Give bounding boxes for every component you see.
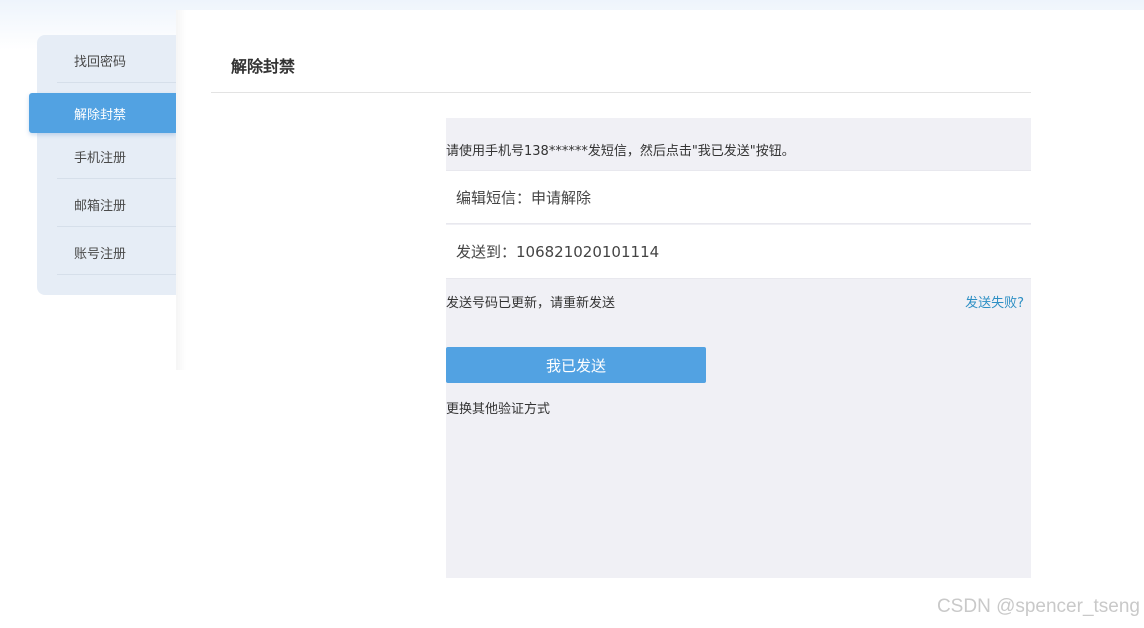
page: 找回密码 解除封禁 手机注册 邮箱注册 账号注册 解除封禁 请使用手机号138*… [0,0,1144,628]
sidebar: 找回密码 解除封禁 手机注册 邮箱注册 账号注册 [29,35,176,295]
divider [57,226,176,227]
sidebar-item-label: 找回密码 [74,54,127,70]
sms-content-row: 编辑短信：申请解除 [446,170,1031,224]
sidebar-item-recover-password[interactable]: 找回密码 [37,37,176,83]
send-to-row: 发送到：106821020101114 [446,225,1031,279]
sms-content-text: 编辑短信：申请解除 [456,188,592,207]
number-updated-message: 发送号码已更新，请重新发送 [446,296,616,311]
instruction-text: 请使用手机号138******发短信，然后点击"我已发送"按钮。 [446,144,795,159]
other-verification-link[interactable]: 更换其他验证方式 [446,398,550,417]
sidebar-item-phone-register[interactable]: 手机注册 [37,133,176,179]
divider [57,82,176,83]
send-failed-link[interactable]: 发送失败? [965,292,1024,311]
sent-button[interactable]: 我已发送 [446,347,706,383]
title-divider [211,92,1031,93]
sms-verification-panel: 请使用手机号138******发短信，然后点击"我已发送"按钮。 编辑短信：申请… [446,118,1031,578]
sidebar-item-label: 账号注册 [74,246,127,262]
sidebar-item-email-register[interactable]: 邮箱注册 [37,181,176,227]
divider [57,274,176,275]
sidebar-item-label: 手机注册 [74,150,127,166]
sidebar-item-account-register[interactable]: 账号注册 [37,229,176,275]
sidebar-item-unban[interactable]: 解除封禁 [29,93,176,133]
send-to-text: 发送到：106821020101114 [456,243,660,261]
page-title: 解除封禁 [231,57,296,76]
sidebar-item-label: 邮箱注册 [74,198,127,214]
main-panel-shadow [176,10,186,370]
watermark: CSDN @spencer_tseng [936,596,1140,617]
divider [57,178,176,179]
sidebar-item-label: 解除封禁 [74,107,127,123]
